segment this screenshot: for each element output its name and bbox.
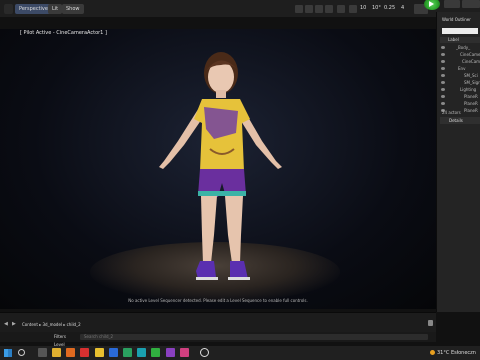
outliner-row[interactable]: Lighting [460,86,480,93]
window-tab-1[interactable] [444,0,460,8]
task-view-icon[interactable] [38,348,47,357]
visibility-eye-icon[interactable] [441,46,445,49]
outliner-title: World Outliner [442,17,471,22]
visibility-eye-icon[interactable] [441,95,445,98]
visibility-eye-icon[interactable] [441,53,445,56]
select-tool-icon[interactable] [295,5,303,13]
visibility-eye-icon[interactable] [441,102,445,105]
sequencer-notice: No active Level Sequencer detected. Plea… [128,298,308,303]
surface-snap-icon[interactable] [349,5,357,13]
breadcrumb-child-2[interactable]: child_2 [67,322,81,327]
outliner-row[interactable]: CineCameraActor [462,58,480,65]
outliner-row[interactable]: Env [458,65,480,72]
outliner-row[interactable]: SM_Sci [464,72,480,79]
move-tool-icon[interactable] [305,5,313,13]
content-search-input[interactable]: Search child_2 [80,334,428,340]
world-local-icon[interactable] [337,5,345,13]
file-explorer-icon[interactable] [52,348,61,357]
visibility-eye-icon[interactable] [441,74,445,77]
app-icon-pink[interactable] [180,348,189,357]
left-leg [201,196,217,263]
lit-button[interactable]: Lit [48,4,63,14]
app-icon-orange[interactable] [66,348,75,357]
app-icon-purple[interactable] [166,348,175,357]
weather-icon [430,350,435,355]
outliner-search-input[interactable] [442,28,478,34]
weather-text: 31°C Esłoneczn [437,350,476,356]
app-icon-green-2[interactable] [151,348,160,357]
breadcrumb-content[interactable]: Content [22,322,38,327]
right-leg [225,196,243,263]
unreal-engine-icon[interactable] [200,348,209,357]
breadcrumb-3d-model[interactable]: 3d_model [42,322,62,327]
outliner-row[interactable]: PlaneR [464,93,480,100]
label-header-text: Label [448,37,459,42]
right-sole [228,277,250,280]
app-icon-yellow[interactable] [95,348,104,357]
left-shoe [196,261,216,279]
app-icon-teal[interactable] [137,348,146,357]
left-sole [196,277,218,280]
app-icon-red[interactable] [80,348,89,357]
right-shoe [230,261,248,279]
outliner-row[interactable]: PlaneR [464,107,480,114]
scale-snap-value[interactable]: 0.25 [384,5,395,11]
actor-count: 24 actors [442,110,461,115]
app-icon-blue[interactable] [109,348,118,357]
camera-speed-value[interactable]: 4 [401,5,404,11]
shorts-trim [198,191,246,196]
window-tab-2[interactable] [462,0,480,8]
play-icon [429,1,434,7]
app-icon-green[interactable] [123,348,132,357]
visibility-eye-icon[interactable] [441,81,445,84]
grid-snap-value[interactable]: 10 [360,5,366,11]
rotate-tool-icon[interactable] [315,5,323,13]
details-title: Details [449,118,463,123]
character-model[interactable] [140,45,300,290]
perspective-button[interactable]: Perspective [15,4,52,14]
neck [216,90,226,98]
scale-tool-icon[interactable] [325,5,333,13]
viewport-options-button[interactable] [4,4,13,14]
pilot-status: [ Pilot Active - CineCameraActor1 ] [20,30,107,36]
outliner-row[interactable]: CineCameraActor [460,51,480,58]
lock-icon[interactable] [428,320,433,326]
breadcrumb: Content ▸ 3d_model ▸ child_2 [22,322,81,327]
angle-snap-value[interactable]: 10° [372,5,381,11]
outliner-row[interactable]: PlaneR [464,100,480,107]
visibility-eye-icon[interactable] [441,88,445,91]
forward-arrow-icon[interactable]: ▶ [12,321,16,327]
outliner-row[interactable]: SM_Sign [464,79,480,86]
filters-button[interactable]: Filters [54,334,66,339]
show-button[interactable]: Show [62,4,84,14]
start-icon[interactable] [4,349,12,357]
visibility-eye-icon[interactable] [441,60,445,63]
outliner-row[interactable]: _Body_ [456,44,480,51]
search-icon[interactable] [18,349,25,356]
visibility-eye-icon[interactable] [441,67,445,70]
outliner-label-header [440,37,480,43]
back-arrow-icon[interactable]: ◀ [4,321,8,327]
